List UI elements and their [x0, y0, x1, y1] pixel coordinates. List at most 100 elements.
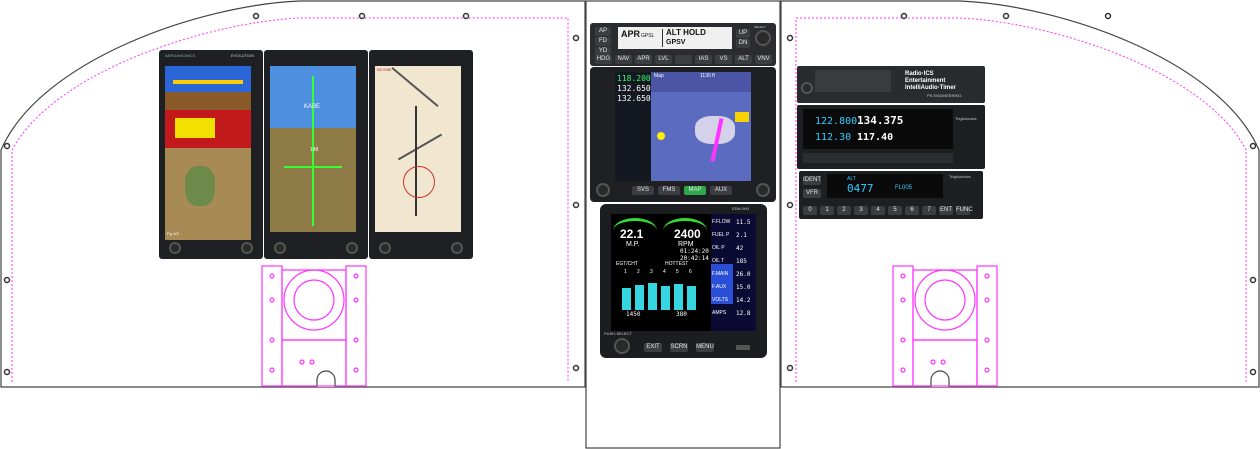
engine-readout-label: AMPS — [712, 310, 727, 316]
engine-cylinder-number: 2 — [637, 269, 640, 275]
engine-readout-value: 15.0 — [736, 284, 751, 291]
gps-right-knob[interactable] — [756, 183, 770, 197]
transponder-key[interactable]: ENT — [939, 206, 953, 215]
transponder-ident-button[interactable]: IDENT — [803, 176, 821, 185]
engine-readout-label: VOLTS — [712, 297, 729, 303]
engine-cylinder-number: 3 — [650, 269, 653, 275]
autopilot-select-knob[interactable] — [755, 30, 771, 46]
engine-scrn-button[interactable]: SCRN — [670, 343, 688, 352]
transponder-code: 0477 — [847, 182, 874, 195]
transponder-key[interactable]: 7 — [922, 206, 936, 215]
transponder-brand: TrigAvionics — [949, 174, 971, 179]
audio-buttons[interactable] — [815, 70, 891, 92]
efis-left-knob-2[interactable] — [241, 242, 253, 254]
autopilot-blank-button[interactable] — [675, 55, 692, 64]
transponder[interactable]: IDENT VFR ALT 0477 FL005 TrigAvionics 01… — [799, 171, 983, 219]
engine-egt-bar — [687, 286, 696, 310]
engine-monitor[interactable]: EDM-900 22.1 M.P. 2400 RPM 01:24:20 20:4… — [600, 204, 767, 358]
autopilot-lateral-mode: APR — [621, 29, 641, 39]
efis-display-center[interactable]: KABE 148 — [264, 50, 368, 259]
navcom-com-standby: 134.375 — [857, 114, 904, 127]
engine-cht-value: 380 — [676, 311, 687, 318]
engine-readout-value: 2.1 — [736, 232, 747, 239]
autopilot-ias-button[interactable]: IAS — [695, 55, 712, 64]
efis-center-waypoint: KABE — [304, 104, 321, 110]
engine-cylinder-number: 5 — [676, 269, 679, 275]
transponder-key[interactable]: 2 — [837, 206, 851, 215]
engine-readout-label: F.FLOW — [712, 219, 731, 225]
engine-egt-bar — [674, 284, 683, 310]
transponder-key[interactable]: 5 — [888, 206, 902, 215]
engine-menu-button[interactable]: MENU — [696, 343, 714, 352]
audio-volume-knob[interactable] — [801, 82, 813, 94]
transponder-vfr-button[interactable]: VFR — [803, 189, 821, 198]
autopilot-nav-button[interactable]: NAV — [615, 55, 632, 64]
efis-screen-right — [375, 66, 461, 232]
gps-aux-button[interactable]: AUX — [710, 186, 732, 195]
engine-readout-value: 42 — [736, 245, 744, 252]
engine-egt-value: 1450 — [626, 311, 641, 318]
autopilot-hdg-button[interactable]: HDG — [595, 55, 612, 64]
gps-map-button[interactable]: MAP — [684, 186, 706, 195]
efis-center-knob-2[interactable] — [346, 242, 358, 254]
navcom-radio[interactable]: 122.800 134.375 112.30 117.40 TrigAvioni… — [797, 105, 985, 169]
transponder-key[interactable]: FUNC — [956, 206, 973, 215]
audio-line-1: Radio·ICS — [905, 71, 934, 77]
autopilot-lvl-button[interactable]: LVL — [655, 55, 672, 64]
autopilot-vertical-sub: GPSV — [666, 39, 686, 46]
engine-exit-button[interactable]: EXIT — [644, 343, 662, 352]
efis-center-knob[interactable] — [274, 242, 286, 254]
gps-left-knob[interactable] — [596, 183, 610, 197]
efis-display-right[interactable]: DCYVB — [369, 50, 473, 259]
engine-readout-value: 26.0 — [736, 271, 751, 278]
autopilot-dn-button[interactable]: DN — [736, 39, 750, 48]
audio-brand: PS ENGINEERING — [927, 93, 962, 98]
transponder-key[interactable]: 1 — [820, 206, 834, 215]
efis-display-left[interactable]: AEROAVIONICS EVOLUTION Pg 1/3 — [159, 50, 263, 259]
efis-right-knob-2[interactable] — [451, 242, 463, 254]
left-notch — [316, 370, 336, 387]
engine-cylinder-numbers: 1 2 3 4 5 6 — [622, 270, 702, 278]
autopilot-lateral-sub: GPSL — [641, 33, 655, 39]
engine-egt-bars — [622, 278, 702, 310]
engine-readout-label: OIL T — [712, 258, 725, 264]
gps-svs-button[interactable]: SVS — [632, 186, 654, 195]
audio-panel[interactable]: Radio·ICS Entertainment IntelliAudio·Tim… — [797, 66, 985, 103]
efis-right-knob[interactable] — [379, 242, 391, 254]
autopilot-controller[interactable]: AP FD YD APR GPSL ALT HOLD GPSV UP DN SE… — [590, 23, 776, 66]
gps-com-standby-1: 132.650 — [617, 84, 651, 93]
engine-cylinder-number: 1 — [624, 269, 627, 275]
autopilot-vs-button[interactable]: VS — [715, 55, 732, 64]
autopilot-ap-button[interactable]: AP — [595, 27, 611, 36]
transponder-key[interactable]: 3 — [854, 206, 868, 215]
transponder-key[interactable]: 6 — [905, 206, 919, 215]
right-notch — [930, 370, 950, 387]
efis-left-knob[interactable] — [169, 242, 181, 254]
gps-com-standby-2: 132.650 — [617, 94, 651, 103]
efis-center-altitude: 148 — [310, 147, 319, 153]
engine-readout-label: F.AUX — [712, 284, 727, 290]
autopilot-alt-button[interactable]: ALT — [735, 55, 752, 64]
autopilot-fd-button[interactable]: FD — [595, 37, 611, 46]
efis-right-route: DCYVB — [377, 67, 391, 72]
autopilot-display: APR GPSL ALT HOLD GPSV — [618, 27, 732, 49]
engine-egt-bar — [661, 286, 670, 310]
gps-fms-button[interactable]: FMS — [658, 186, 680, 195]
engine-readouts: F.FLOW 11.5 FUEL P 2.1 OIL P 42 OIL T 185 F.MAIN… — [712, 218, 758, 330]
autopilot-vnv-button[interactable]: VNV — [755, 55, 772, 64]
engine-mp-value: 22.1 — [620, 227, 644, 241]
engine-cylinder-number: 4 — [663, 269, 666, 275]
engine-egt-bar — [635, 285, 644, 310]
engine-egt-bar — [648, 283, 657, 310]
navcom-button-row[interactable] — [803, 153, 953, 163]
gps-navigator[interactable]: 118.200 132.650 132.650 Map 1130 ft SVS … — [590, 67, 776, 202]
transponder-key[interactable]: 4 — [871, 206, 885, 215]
autopilot-up-button[interactable]: UP — [736, 29, 750, 38]
engine-push-select-knob[interactable] — [614, 338, 630, 354]
transponder-key[interactable]: 0 — [803, 206, 817, 215]
autopilot-apr-button[interactable]: APR — [635, 55, 652, 64]
audio-line-3: IntelliAudio·Timer — [905, 85, 956, 91]
transponder-keypad[interactable]: 0 1 2 3 4 5 6 7 ENT FUNC — [803, 206, 979, 216]
audio-line-2: Entertainment — [905, 78, 946, 84]
engine-mp-label: M.P. — [626, 241, 640, 248]
